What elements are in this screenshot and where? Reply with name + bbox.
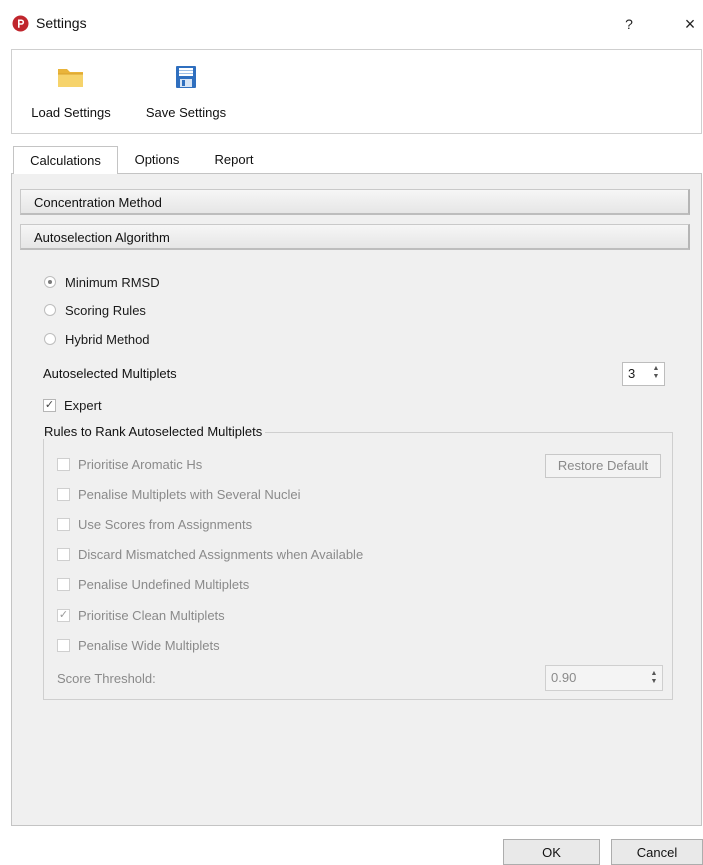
radio-label: Minimum RMSD — [65, 275, 160, 290]
concentration-method-section[interactable]: Concentration Method — [20, 189, 690, 215]
checkbox-box — [57, 548, 70, 561]
tab-calculations[interactable]: Calculations — [13, 146, 118, 174]
radio-indicator — [44, 304, 56, 316]
checkbox-box — [57, 518, 70, 531]
spinbox-value: 0.90 — [551, 670, 577, 685]
rule-label: Prioritise Clean Multiplets — [78, 608, 225, 623]
app-logo-icon — [12, 15, 29, 32]
title-bar: Settings ? × — [0, 0, 703, 48]
rule-label: Penalise Multiplets with Several Nuclei — [78, 487, 301, 502]
radio-indicator — [44, 276, 56, 288]
checkbox-box — [57, 488, 70, 501]
tab-bar: Calculations Options Report — [11, 146, 702, 174]
score-threshold-label: Score Threshold: — [57, 671, 156, 686]
tab-options[interactable]: Options — [121, 146, 193, 173]
autoselected-multiplets-spinbox[interactable]: 3 ▲ ▼ — [622, 362, 665, 386]
window-title: Settings — [36, 15, 87, 31]
folder-icon — [58, 69, 83, 87]
rule-label: Penalise Undefined Multiplets — [78, 577, 250, 592]
spin-arrows-icon[interactable]: ▲ ▼ — [651, 365, 661, 381]
cancel-button[interactable]: Cancel — [611, 839, 703, 865]
save-settings-label: Save Settings — [145, 105, 227, 120]
radio-label: Scoring Rules — [65, 303, 146, 318]
spinbox-value: 3 — [628, 366, 636, 381]
radio-indicator — [44, 333, 56, 345]
expert-label: Expert — [64, 398, 102, 413]
save-settings-button[interactable]: Save Settings — [138, 64, 234, 124]
check-icon: ✓ — [57, 609, 70, 622]
rules-group-title: Rules to Rank Autoselected Multiplets — [41, 424, 266, 439]
check-icon: ✓ — [43, 399, 56, 412]
rule-label: Discard Mismatched Assignments when Avai… — [78, 547, 364, 562]
help-button[interactable]: ? — [618, 13, 640, 35]
restore-default-button[interactable]: Restore Default — [545, 454, 661, 478]
rule-label: Prioritise Aromatic Hs — [78, 457, 203, 472]
ok-button[interactable]: OK — [503, 839, 600, 865]
score-threshold-spinbox[interactable]: 0.90 ▲ ▼ — [545, 665, 663, 691]
checkbox-box — [57, 639, 70, 652]
load-settings-button[interactable]: Load Settings — [16, 64, 126, 124]
checkbox-box — [57, 578, 70, 591]
toolbar: Load Settings Save Settings — [11, 49, 702, 134]
load-settings-label: Load Settings — [31, 105, 111, 120]
radio-label: Hybrid Method — [65, 332, 150, 347]
rule-label: Penalise Wide Multiplets — [78, 638, 220, 653]
autoselection-algorithm-section[interactable]: Autoselection Algorithm — [20, 224, 690, 250]
tab-report[interactable]: Report — [199, 146, 269, 173]
spin-arrows-icon[interactable]: ▲ ▼ — [649, 670, 659, 686]
autoselected-multiplets-label: Autoselected Multiplets — [43, 366, 177, 381]
floppy-disk-icon — [176, 66, 196, 88]
close-button[interactable]: × — [678, 12, 702, 36]
checkbox-box — [57, 458, 70, 471]
rule-label: Use Scores from Assignments — [78, 517, 253, 532]
